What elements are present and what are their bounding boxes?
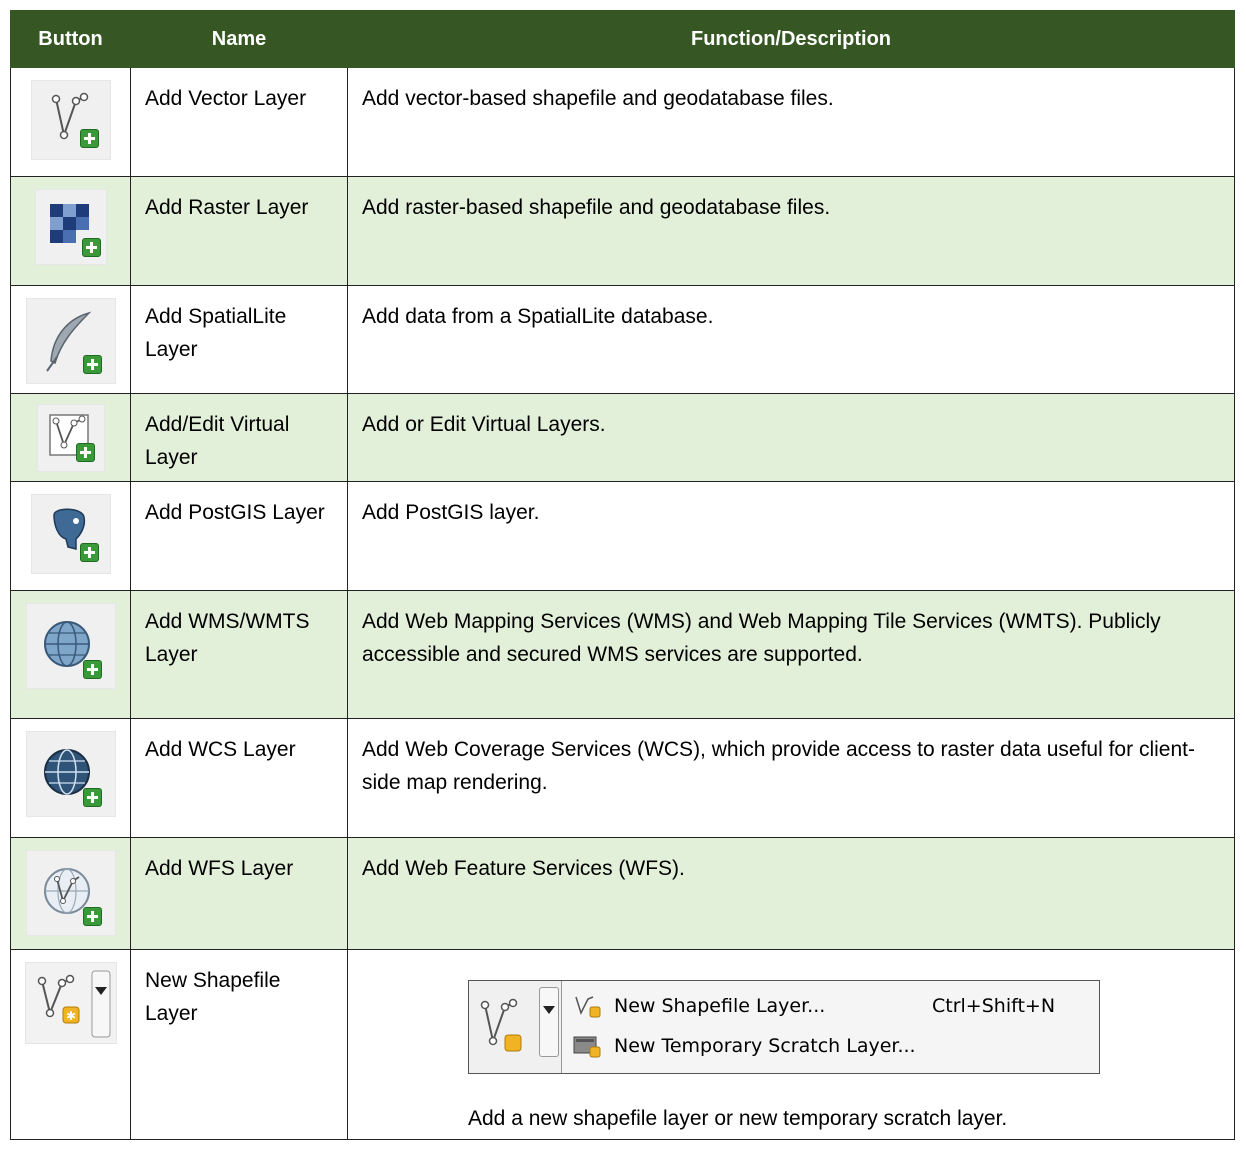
add-wms-layer-icon[interactable] (25, 603, 116, 689)
layer-description: Add raster-based shapefile and geodataba… (347, 176, 1235, 286)
dropdown-arrow-icon[interactable] (539, 987, 559, 1057)
add-vector-layer-icon[interactable] (30, 80, 111, 160)
add-raster-layer-icon[interactable] (34, 189, 107, 265)
menu-item-new-shapefile[interactable]: New Shapefile Layer... Ctrl+Shift+N (562, 987, 1099, 1025)
layer-name: Add/Edit Virtual Layer (130, 393, 348, 482)
menu-item-label: New Shapefile Layer... (614, 995, 826, 1017)
dropdown-menu-list: New Shapefile Layer... Ctrl+Shift+N New … (561, 981, 1099, 1073)
scratch-layer-icon (573, 1036, 601, 1058)
table-row: ✱ New Shapefile Layer New Shapefile Laye… (10, 949, 1235, 1140)
add-virtual-layer-icon[interactable] (36, 404, 105, 472)
new-shapefile-layer-button[interactable] (475, 987, 535, 1065)
layer-description: Add data from a SpatialLite database. (347, 285, 1235, 394)
add-wfs-layer-icon[interactable] (25, 850, 116, 936)
table-row: Add/Edit Virtual Layer Add or Edit Virtu… (10, 393, 1235, 482)
layer-name: Add WMS/WMTS Layer (130, 590, 348, 719)
svg-text:✱: ✱ (65, 1009, 75, 1023)
layer-description: Add a new shapefile layer or new tempora… (468, 1107, 1008, 1130)
layer-description: Add or Edit Virtual Layers. (347, 393, 1235, 482)
table-row: Add PostGIS Layer Add PostGIS layer. (10, 481, 1235, 591)
layer-name: New Shapefile Layer (130, 949, 348, 1140)
table-row: Add SpatialLite Layer Add data from a Sp… (10, 285, 1235, 394)
table-row: Add WMS/WMTS Layer Add Web Mapping Servi… (10, 590, 1235, 719)
table-row: Add WFS Layer Add Web Feature Services (… (10, 837, 1235, 950)
layer-description: Add Web Mapping Services (WMS) and Web M… (347, 590, 1235, 719)
new-layer-dropdown-menu: New Shapefile Layer... Ctrl+Shift+N New … (468, 980, 1100, 1074)
header-button: Button (10, 10, 131, 68)
new-shapefile-layer-icon[interactable]: ✱ (24, 962, 117, 1044)
table-row: Add Raster Layer Add raster-based shapef… (10, 176, 1235, 286)
layer-name: Add WFS Layer (130, 837, 348, 950)
layer-name: Add WCS Layer (130, 718, 348, 838)
add-wcs-layer-icon[interactable] (25, 731, 116, 817)
table-row: Add Vector Layer Add vector-based shapef… (10, 67, 1235, 177)
menu-item-label: New Temporary Scratch Layer... (614, 1035, 916, 1057)
menu-item-shortcut: Ctrl+Shift+N (932, 995, 1056, 1017)
toolbar-buttons-table: Button Name Function/Description Add Vec… (10, 10, 1235, 1140)
layer-description: Add Web Feature Services (WFS). (347, 837, 1235, 950)
new-shapefile-icon (575, 996, 601, 1018)
layer-name: Add Raster Layer (130, 176, 348, 286)
layer-description: Add PostGIS layer. (347, 481, 1235, 591)
header-description: Function/Description (347, 10, 1235, 68)
add-postgis-layer-icon[interactable] (30, 494, 111, 574)
layer-description: Add vector-based shapefile and geodataba… (347, 67, 1235, 177)
layer-description: Add Web Coverage Services (WCS), which p… (347, 718, 1235, 838)
layer-name: Add Vector Layer (130, 67, 348, 177)
add-spatialite-layer-icon[interactable] (25, 298, 116, 384)
header-name: Name (130, 10, 348, 68)
menu-item-new-scratch-layer[interactable]: New Temporary Scratch Layer... (562, 1027, 1099, 1065)
layer-name: Add SpatialLite Layer (130, 285, 348, 394)
layer-name: Add PostGIS Layer (130, 481, 348, 591)
table-header-row: Button Name Function/Description (10, 10, 1235, 68)
table-row: Add WCS Layer Add Web Coverage Services … (10, 718, 1235, 838)
